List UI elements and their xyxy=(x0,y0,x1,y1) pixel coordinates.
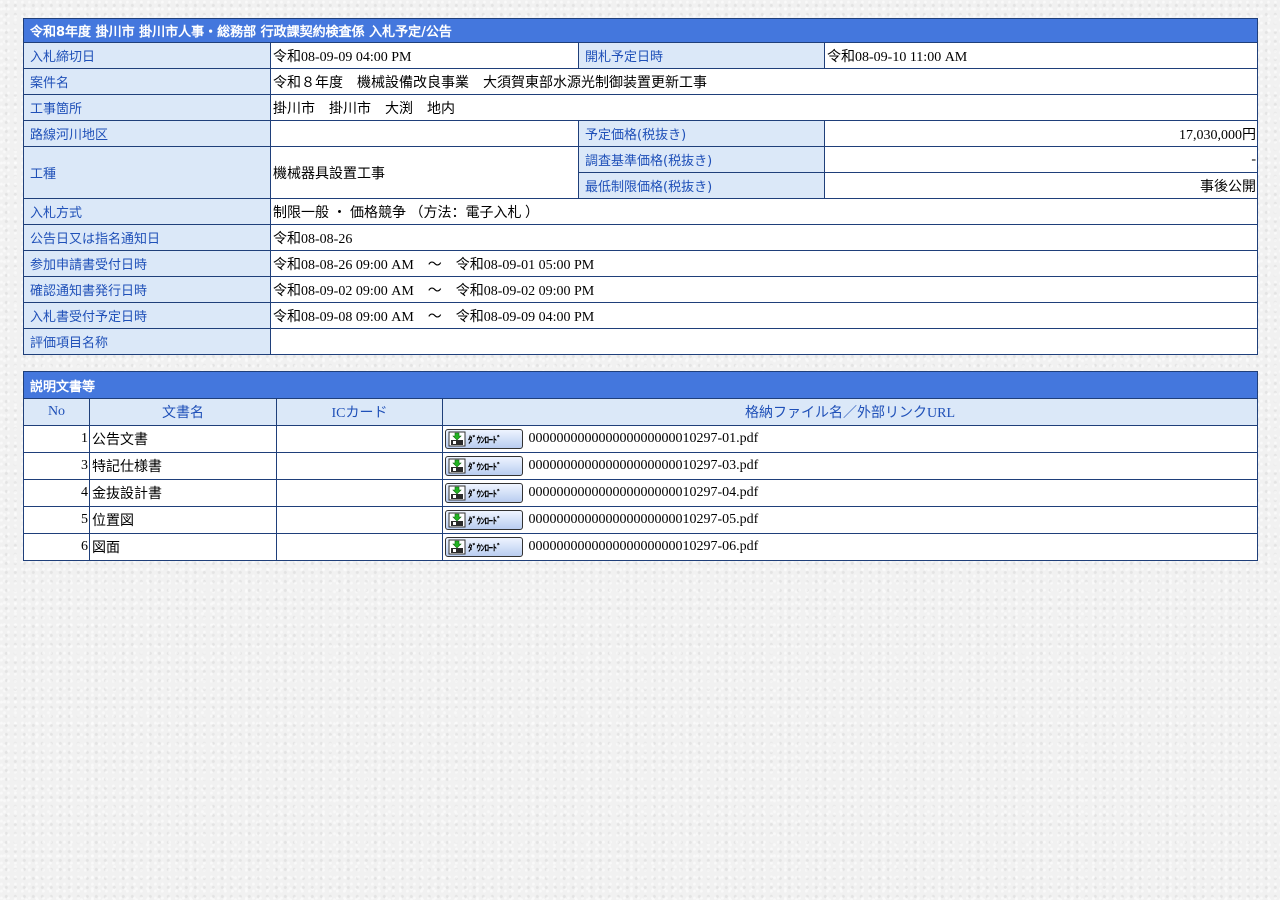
survey-price-label: 調査基準価格(税抜き) xyxy=(578,146,825,173)
announce-date-label: 公告日又は指名通知日 xyxy=(23,224,271,251)
planned-price-label: 予定価格(税抜き) xyxy=(578,120,825,147)
confirmation-period-value: 令和08-09-02 09:00 AM ～ 令和08-09-02 09:00 P… xyxy=(269,276,1259,303)
download-button[interactable]: ﾀﾞｳﾝﾛｰﾄﾞ xyxy=(445,537,523,557)
announce-date-value: 令和08-08-26 xyxy=(269,224,1259,251)
doc-ic-card xyxy=(276,506,443,534)
download-icon xyxy=(448,458,466,474)
work-type-value: 機械器具設置工事 xyxy=(270,146,579,199)
notice-table: 令和8年度 掛川市 掛川市人事・総務部 行政課契約検査係 入札予定/公告 入札締… xyxy=(22,18,1259,355)
download-label: ﾀﾞｳﾝﾛｰﾄﾞ xyxy=(468,543,502,554)
doc-no: 5 xyxy=(23,506,90,534)
site-label: 工事箇所 xyxy=(23,94,271,121)
doc-ic-card xyxy=(276,452,443,480)
download-icon xyxy=(448,539,466,555)
download-icon xyxy=(448,512,466,528)
doc-ic-card xyxy=(276,479,443,507)
notice-title: 令和8年度 掛川市 掛川市人事・総務部 行政課契約検査係 入札予定/公告 xyxy=(22,18,1259,43)
doc-file-cell: ﾀﾞｳﾝﾛｰﾄﾞ 000000000000000000000010297-01.… xyxy=(441,425,1259,453)
table-row: 4 金抜設計書 ﾀﾞｳﾝﾛｰﾄﾞ 00000000000000000000001… xyxy=(23,479,1259,507)
doc-no: 4 xyxy=(23,479,90,507)
bid-receipt-period-value: 令和08-09-08 09:00 AM ～ 令和08-09-09 04:00 P… xyxy=(269,302,1259,329)
file-name: 000000000000000000000010297-05.pdf xyxy=(528,512,759,527)
download-label: ﾀﾞｳﾝﾛｰﾄﾞ xyxy=(468,489,502,500)
project-name-label: 案件名 xyxy=(23,68,271,95)
documents-title: 説明文書等 xyxy=(22,371,1259,399)
bid-method-value: 制限一般 ・ 価格競争 （方法：電子入札 ） xyxy=(269,198,1259,225)
column-header-file: 格納ファイル名／外部リンクURL xyxy=(441,398,1259,426)
doc-no: 6 xyxy=(23,533,90,561)
doc-name: 特記仕様書 xyxy=(89,452,277,480)
doc-name: 金抜設計書 xyxy=(89,479,277,507)
column-header-doc-name: 文書名 xyxy=(89,398,277,426)
evaluation-items-value xyxy=(269,328,1259,355)
site-value: 掛川市 掛川市 大渕 地内 xyxy=(269,94,1259,121)
table-row: 5 位置図 ﾀﾞｳﾝﾛｰﾄﾞ 0000000000000000000000102… xyxy=(23,506,1259,534)
doc-file-cell: ﾀﾞｳﾝﾛｰﾄﾞ 000000000000000000000010297-03.… xyxy=(441,452,1259,480)
route-label: 路線河川地区 xyxy=(23,120,271,147)
survey-price-value: - xyxy=(823,146,1259,173)
deadline-value: 令和08-09-09 04:00 PM xyxy=(270,42,579,69)
doc-ic-card xyxy=(276,533,443,561)
doc-name: 公告文書 xyxy=(89,425,277,453)
bid-method-label: 入札方式 xyxy=(23,198,271,225)
project-name-value: 令和８年度 機械設備改良事業 大須賀東部水源光制御装置更新工事 xyxy=(269,68,1259,95)
file-name: 000000000000000000000010297-03.pdf xyxy=(528,458,759,473)
application-period-value: 令和08-08-26 09:00 AM ～ 令和08-09-01 05:00 P… xyxy=(269,250,1259,277)
opening-label: 開札予定日時 xyxy=(578,42,825,69)
download-icon xyxy=(448,431,466,447)
download-icon xyxy=(448,485,466,501)
route-value xyxy=(270,120,579,147)
documents-table: 説明文書等 No 文書名 ICカード 格納ファイル名／外部リンクURL 1 公告… xyxy=(22,371,1259,561)
column-header-no: No xyxy=(23,398,90,426)
column-header-ic-card: ICカード xyxy=(276,398,443,426)
doc-file-cell: ﾀﾞｳﾝﾛｰﾄﾞ 000000000000000000000010297-05.… xyxy=(441,506,1259,534)
page-content: 令和8年度 掛川市 掛川市人事・総務部 行政課契約検査係 入札予定/公告 入札締… xyxy=(22,18,1259,561)
evaluation-items-label: 評価項目名称 xyxy=(23,328,271,355)
download-label: ﾀﾞｳﾝﾛｰﾄﾞ xyxy=(468,462,502,473)
planned-price-value: 17,030,000円 xyxy=(823,120,1259,147)
doc-file-cell: ﾀﾞｳﾝﾛｰﾄﾞ 000000000000000000000010297-04.… xyxy=(441,479,1259,507)
file-name: 000000000000000000000010297-01.pdf xyxy=(528,431,759,446)
table-row: 3 特記仕様書 ﾀﾞｳﾝﾛｰﾄﾞ 00000000000000000000001… xyxy=(23,452,1259,480)
doc-ic-card xyxy=(276,425,443,453)
doc-name: 位置図 xyxy=(89,506,277,534)
file-name: 000000000000000000000010297-04.pdf xyxy=(528,485,759,500)
file-name: 000000000000000000000010297-06.pdf xyxy=(528,539,759,554)
deadline-label: 入札締切日 xyxy=(23,42,271,69)
doc-name: 図面 xyxy=(89,533,277,561)
download-label: ﾀﾞｳﾝﾛｰﾄﾞ xyxy=(468,435,502,446)
table-row: 1 公告文書 ﾀﾞｳﾝﾛｰﾄﾞ 000000000000000000000010… xyxy=(23,425,1259,453)
download-button[interactable]: ﾀﾞｳﾝﾛｰﾄﾞ xyxy=(445,429,523,449)
download-button[interactable]: ﾀﾞｳﾝﾛｰﾄﾞ xyxy=(445,510,523,530)
download-button[interactable]: ﾀﾞｳﾝﾛｰﾄﾞ xyxy=(445,456,523,476)
download-button[interactable]: ﾀﾞｳﾝﾛｰﾄﾞ xyxy=(445,483,523,503)
doc-file-cell: ﾀﾞｳﾝﾛｰﾄﾞ 000000000000000000000010297-06.… xyxy=(441,533,1259,561)
min-price-label: 最低制限価格(税抜き) xyxy=(578,172,825,199)
application-period-label: 参加申請書受付日時 xyxy=(23,250,271,277)
doc-no: 1 xyxy=(23,425,90,453)
download-label: ﾀﾞｳﾝﾛｰﾄﾞ xyxy=(468,516,502,527)
doc-no: 3 xyxy=(23,452,90,480)
work-type-label: 工種 xyxy=(23,146,271,199)
min-price-value: 事後公開 xyxy=(823,172,1259,199)
documents-rows: 1 公告文書 ﾀﾞｳﾝﾛｰﾄﾞ 000000000000000000000010… xyxy=(23,425,1259,561)
confirmation-period-label: 確認通知書発行日時 xyxy=(23,276,271,303)
table-row: 6 図面 ﾀﾞｳﾝﾛｰﾄﾞ 00000000000000000000001029… xyxy=(23,533,1259,561)
bid-receipt-period-label: 入札書受付予定日時 xyxy=(23,302,271,329)
opening-value: 令和08-09-10 11:00 AM xyxy=(823,42,1259,69)
